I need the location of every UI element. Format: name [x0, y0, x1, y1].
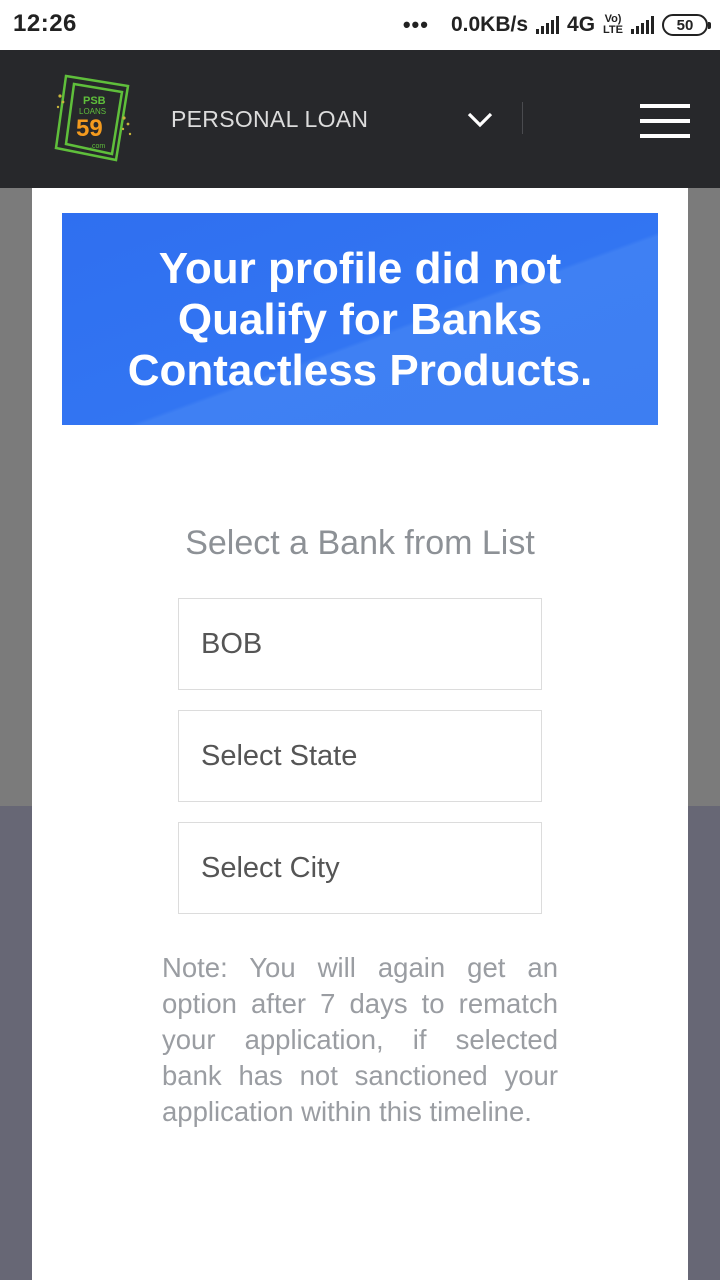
battery-icon: 50 [662, 14, 711, 36]
rematch-note: Note: You will again get an option after… [162, 952, 558, 1127]
psb-loans-logo[interactable]: PSB LOANS 59 .com [54, 74, 134, 166]
result-banner: Your profile did not Qualify for Banks C… [62, 213, 658, 425]
header-divider [522, 102, 523, 134]
banner-message: Your profile did not Qualify for Banks C… [127, 243, 593, 395]
status-icons: ••• 0.0KB/s 4G Vo) LTE 50 [402, 8, 711, 42]
network-speed: 0.0KB/s [450, 13, 529, 36]
site-header: PSB LOANS 59 .com PERSONAL LOAN [0, 50, 720, 188]
svg-text:.com: .com [90, 143, 105, 150]
volte-bottom: LTE [603, 24, 623, 36]
city-select[interactable]: Select City [178, 822, 542, 914]
bank-select[interactable]: BOB [178, 598, 542, 690]
volte-icon: Vo) LTE [603, 14, 623, 36]
svg-text:59: 59 [76, 115, 103, 142]
svg-text:PSB: PSB [83, 95, 106, 107]
content-card: Your profile did not Qualify for Banks C… [32, 188, 688, 1280]
select-bank-heading: Select a Bank from List [185, 524, 535, 562]
state-select[interactable]: Select State [178, 710, 542, 802]
status-bar: 12:26 ••• 0.0KB/s 4G Vo) LTE 50 [0, 0, 720, 50]
notification-dots: ••• [402, 12, 429, 37]
signal-icon-2 [631, 16, 654, 34]
status-time: 12:26 [13, 10, 77, 37]
chevron-down-icon[interactable] [466, 108, 494, 130]
signal-icon [536, 16, 560, 34]
nav-personal-loan[interactable]: PERSONAL LOAN [171, 106, 368, 133]
network-type: 4G [567, 13, 596, 36]
hamburger-menu-icon[interactable] [640, 102, 690, 140]
